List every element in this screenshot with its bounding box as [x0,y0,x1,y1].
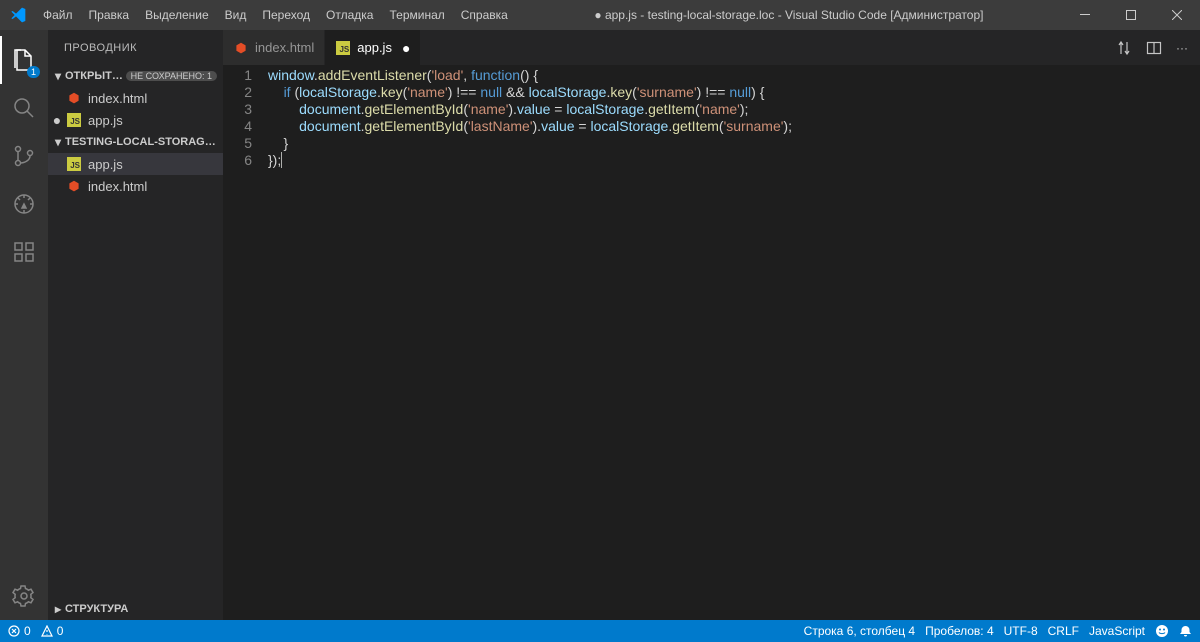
tab-label: app.js [357,40,392,55]
status-spaces[interactable]: Пробелов: 4 [925,624,994,638]
file-label: app.js [88,157,123,172]
editor-area: ⬢ index.html JS app.js ● ··· 123456 window.a… [223,30,1200,620]
activity-search[interactable] [0,84,48,132]
dirty-dot-icon: ● [402,40,410,56]
outline-label: СТРУКТУРА [65,603,223,615]
chevron-down-icon: ▾ [51,135,65,149]
menu-item[interactable]: Терминал [381,0,452,30]
open-editors-label: ОТКРЫТЫЕ Р... [65,70,126,82]
explorer-sidebar: ПРОВОДНИК ▾ ОТКРЫТЫЕ Р... НЕ СОХРАНЕНО: … [48,30,223,620]
chevron-down-icon: ▾ [51,69,65,83]
vscode-logo-icon [0,7,35,23]
menu-item[interactable]: Правка [81,0,138,30]
status-warnings[interactable]: 0 [41,624,64,638]
editor-tab[interactable]: ⬢ index.html [223,30,325,65]
menu-item[interactable]: Переход [254,0,318,30]
workspace-label: TESTING-LOCAL-STORAGE.LOC [65,136,223,148]
html5-icon: ⬢ [69,179,79,193]
status-feedback-icon[interactable] [1155,624,1169,638]
status-language[interactable]: JavaScript [1089,624,1145,638]
split-editor-icon[interactable] [1146,40,1162,56]
workspace-file[interactable]: ⬢ index.html [48,175,223,197]
status-line-col[interactable]: Строка 6, столбец 4 [804,624,915,638]
explorer-badge: 1 [27,66,40,78]
html5-icon: ⬢ [236,41,246,55]
window-title: ● app.js - testing-local-storage.loc - V… [516,8,1062,22]
activity-extensions[interactable] [0,228,48,276]
compare-changes-icon[interactable] [1116,40,1132,56]
editor-tab[interactable]: JS app.js ● [325,30,421,65]
menu-item[interactable]: Отладка [318,0,381,30]
code-editor[interactable]: 123456 window.addEventListener('load', f… [223,65,1200,620]
file-label: app.js [88,113,123,128]
file-label: index.html [88,179,147,194]
js-icon: JS [336,41,350,55]
line-number-gutter: 123456 [223,67,268,620]
dirty-indicator: ● [48,112,66,128]
status-eol[interactable]: CRLF [1048,624,1079,638]
editor-tabs: ⬢ index.html JS app.js ● ··· [223,30,1200,65]
close-button[interactable] [1154,0,1200,30]
html5-icon: ⬢ [69,91,79,105]
open-editor-item[interactable]: ⬢ index.html [48,87,223,109]
activity-settings[interactable] [0,572,48,620]
js-icon: JS [67,113,81,127]
title-bar: ФайлПравкаВыделениеВидПереходОтладкаТерм… [0,0,1200,30]
sidebar-title: ПРОВОДНИК [48,30,223,65]
open-editors-header[interactable]: ▾ ОТКРЫТЫЕ Р... НЕ СОХРАНЕНО: 1 [48,65,223,87]
activity-debug[interactable] [0,180,48,228]
tab-label: index.html [255,40,314,55]
status-errors[interactable]: 0 [8,624,31,638]
main-menu: ФайлПравкаВыделениеВидПереходОтладкаТерм… [35,0,516,30]
chevron-right-icon: ▸ [51,602,65,616]
open-editor-item[interactable]: ●JS app.js [48,109,223,131]
workspace-header[interactable]: ▾ TESTING-LOCAL-STORAGE.LOC [48,131,223,153]
menu-item[interactable]: Вид [217,0,255,30]
status-notifications-icon[interactable] [1179,625,1192,638]
activity-bar: 1 [0,30,48,620]
file-label: index.html [88,91,147,106]
activity-source-control[interactable] [0,132,48,180]
unsaved-badge: НЕ СОХРАНЕНО: 1 [126,71,217,81]
workspace-file[interactable]: JS app.js [48,153,223,175]
js-icon: JS [67,157,81,171]
window-controls [1062,0,1200,30]
menu-item[interactable]: Справка [453,0,516,30]
outline-header[interactable]: ▸ СТРУКТУРА [48,598,223,620]
minimize-button[interactable] [1062,0,1108,30]
activity-explorer[interactable]: 1 [0,36,48,84]
menu-item[interactable]: Выделение [137,0,217,30]
maximize-button[interactable] [1108,0,1154,30]
menu-item[interactable]: Файл [35,0,81,30]
more-actions-icon[interactable]: ··· [1176,41,1188,55]
code-content[interactable]: window.addEventListener('load', function… [268,67,1200,620]
status-encoding[interactable]: UTF-8 [1004,624,1038,638]
status-bar: 0 0 Строка 6, столбец 4 Пробелов: 4 UTF-… [0,620,1200,642]
